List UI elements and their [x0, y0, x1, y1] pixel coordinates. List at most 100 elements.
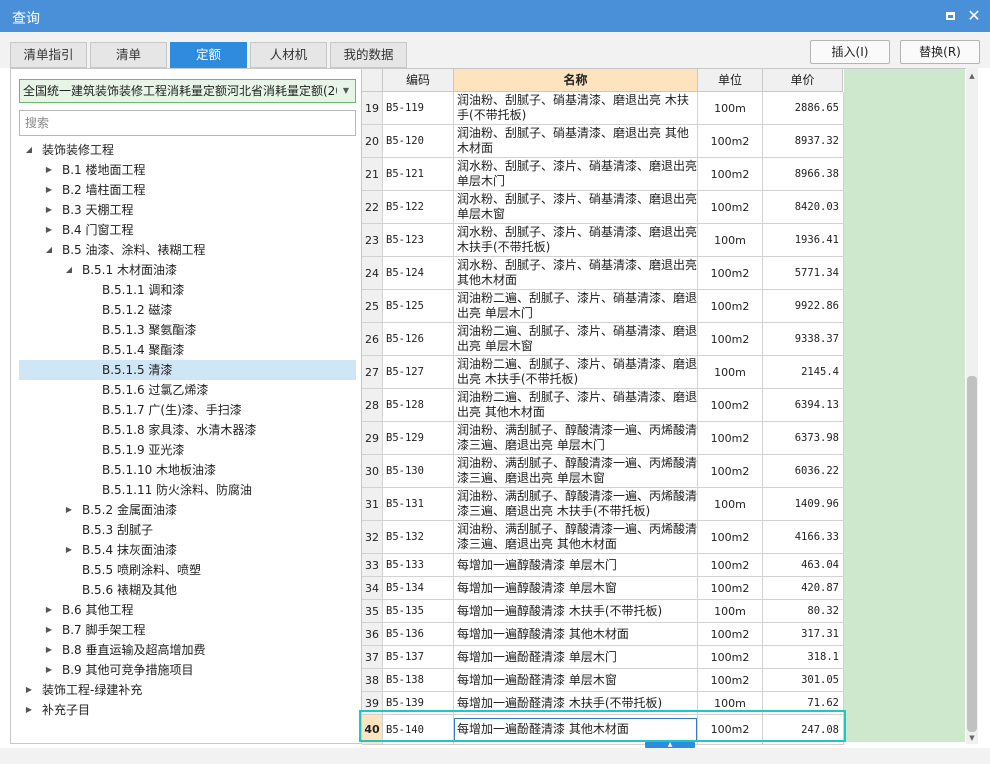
splitter-handle[interactable]: ▲	[645, 742, 695, 748]
expand-triangle-icon[interactable]: ▶	[43, 600, 55, 620]
row-number[interactable]: 27	[362, 356, 383, 389]
quota-name-cell[interactable]: 润油粉二遍、刮腻子、漆片、硝基清漆、磨退出亮 木扶手(不带托板)	[454, 356, 698, 389]
tree-item[interactable]: B.5.3 刮腻子	[11, 520, 361, 540]
quota-code-cell[interactable]: B5-122	[383, 191, 454, 224]
quota-price-cell[interactable]: 420.87	[763, 577, 844, 600]
tree-item[interactable]: ◢ B.5 油漆、涂料、裱糊工程	[11, 240, 361, 260]
quota-code-cell[interactable]: B5-120	[383, 125, 454, 158]
quota-unit-cell[interactable]: 100m2	[698, 577, 763, 600]
quota-name-cell[interactable]: 每增加一遍醇酸清漆 其他木材面	[454, 623, 698, 646]
tree-item[interactable]: ▶ B.5.4 抹灰面油漆	[11, 540, 361, 560]
tab-bill-guide[interactable]: 清单指引	[10, 42, 87, 68]
tree-item[interactable]: B.5.1.6 过氯乙烯漆	[11, 380, 361, 400]
expand-triangle-icon[interactable]: ▶	[43, 620, 55, 640]
quota-price-cell[interactable]: 9338.37	[763, 323, 844, 356]
maximize-icon[interactable]	[940, 6, 960, 26]
quota-code-cell[interactable]: B5-125	[383, 290, 454, 323]
row-number[interactable]: 24	[362, 257, 383, 290]
row-number[interactable]: 28	[362, 389, 383, 422]
quota-name-cell[interactable]: 润油粉、满刮腻子、醇酸清漆一遍、丙烯酸清漆三遍、磨退出亮 木扶手(不带托板)	[454, 488, 698, 521]
quota-price-cell[interactable]: 2886.65	[763, 92, 844, 125]
search-input[interactable]	[19, 110, 356, 136]
expand-triangle-icon[interactable]: ▶	[43, 160, 55, 180]
collapse-triangle-icon[interactable]: ◢	[43, 240, 55, 260]
tree-item[interactable]: B.5.1.2 磁漆	[11, 300, 361, 320]
expand-triangle-icon[interactable]: ▶	[43, 660, 55, 680]
quota-name-cell[interactable]: 润油粉、满刮腻子、醇酸清漆一遍、丙烯酸清漆三遍、磨退出亮 单层木门	[454, 422, 698, 455]
row-number[interactable]: 19	[362, 92, 383, 125]
row-number[interactable]: 36	[362, 623, 383, 646]
quota-code-cell[interactable]: B5-133	[383, 554, 454, 577]
expand-triangle-icon[interactable]: ▶	[63, 540, 75, 560]
quota-unit-cell[interactable]: 100m2	[698, 422, 763, 455]
header-price[interactable]: 单价	[763, 69, 843, 92]
scrollbar-thumb[interactable]	[967, 376, 977, 732]
quota-unit-cell[interactable]: 100m	[698, 488, 763, 521]
quota-name-cell[interactable]: 润水粉、刮腻子、漆片、硝基清漆、磨退出亮 单层木门	[454, 158, 698, 191]
quota-code-cell[interactable]: B5-124	[383, 257, 454, 290]
quota-price-cell[interactable]: 1409.96	[763, 488, 844, 521]
row-number[interactable]: 38	[362, 669, 383, 692]
tree-item[interactable]: ◢ 装饰装修工程	[11, 140, 361, 160]
tab-my-data[interactable]: 我的数据	[330, 42, 407, 68]
quota-code-cell[interactable]: B5-123	[383, 224, 454, 257]
tree-item[interactable]: ▶ 装饰工程-绿建补充	[11, 680, 361, 700]
quota-unit-cell[interactable]: 100m2	[698, 554, 763, 577]
row-number[interactable]: 31	[362, 488, 383, 521]
quota-unit-cell[interactable]: 100m2	[698, 191, 763, 224]
tree-item[interactable]: B.5.1.11 防火涂料、防腐油	[11, 480, 361, 500]
row-number[interactable]: 21	[362, 158, 383, 191]
quota-unit-cell[interactable]: 100m2	[698, 389, 763, 422]
tree-item[interactable]: ▶ B.3 天棚工程	[11, 200, 361, 220]
tree-item[interactable]: ▶ 补充子目	[11, 700, 361, 720]
quota-price-cell[interactable]: 80.32	[763, 600, 844, 623]
tree-item[interactable]: ▶ B.1 楼地面工程	[11, 160, 361, 180]
quota-unit-cell[interactable]: 100m2	[698, 521, 763, 554]
quota-unit-cell[interactable]: 100m	[698, 356, 763, 389]
quota-code-cell[interactable]: B5-121	[383, 158, 454, 191]
tree-item[interactable]: B.5.1.7 广(生)漆、手扫漆	[11, 400, 361, 420]
tree-item[interactable]: ▶ B.7 脚手架工程	[11, 620, 361, 640]
quota-library-select[interactable]: 全国统一建筑装饰装修工程消耗量定额河北省消耗量定额(20 ▼	[19, 79, 356, 103]
quota-unit-cell[interactable]: 100m2	[698, 290, 763, 323]
quota-code-cell[interactable]: B5-135	[383, 600, 454, 623]
quota-code-cell[interactable]: B5-134	[383, 577, 454, 600]
close-icon[interactable]: ✕	[964, 6, 984, 26]
quota-name-cell[interactable]: 润水粉、刮腻子、漆片、硝基清漆、磨退出亮 木扶手(不带托板)	[454, 224, 698, 257]
quota-code-cell[interactable]: B5-136	[383, 623, 454, 646]
tree-item[interactable]: B.5.6 裱糊及其他	[11, 580, 361, 600]
row-number[interactable]: 23	[362, 224, 383, 257]
quota-unit-cell[interactable]: 100m2	[698, 125, 763, 158]
quota-price-cell[interactable]: 6373.98	[763, 422, 844, 455]
quota-unit-cell[interactable]: 100m2	[698, 455, 763, 488]
tree-item[interactable]: ▶ B.9 其他可竞争措施项目	[11, 660, 361, 680]
quota-price-cell[interactable]: 8937.32	[763, 125, 844, 158]
tree-item[interactable]: ▶ B.4 门窗工程	[11, 220, 361, 240]
quota-price-cell[interactable]: 1936.41	[763, 224, 844, 257]
quota-code-cell[interactable]: B5-129	[383, 422, 454, 455]
row-number[interactable]: 32	[362, 521, 383, 554]
tree-item[interactable]: B.5.1.4 聚酯漆	[11, 340, 361, 360]
expand-triangle-icon[interactable]: ▶	[43, 640, 55, 660]
tab-quota[interactable]: 定额	[170, 42, 247, 68]
row-number[interactable]: 25	[362, 290, 383, 323]
quota-unit-cell[interactable]: 100m2	[698, 323, 763, 356]
quota-unit-cell[interactable]: 100m2	[698, 646, 763, 669]
quota-code-cell[interactable]: B5-119	[383, 92, 454, 125]
scroll-up-icon[interactable]: ▲	[966, 70, 978, 82]
quota-unit-cell[interactable]: 100m2	[698, 623, 763, 646]
quota-price-cell[interactable]: 463.04	[763, 554, 844, 577]
quota-price-cell[interactable]: 317.31	[763, 623, 844, 646]
quota-price-cell[interactable]: 9922.86	[763, 290, 844, 323]
quota-name-cell[interactable]: 每增加一遍酚醛清漆 单层木窗	[454, 669, 698, 692]
quota-code-cell[interactable]: B5-137	[383, 646, 454, 669]
expand-triangle-icon[interactable]: ▶	[23, 680, 35, 700]
tree-item[interactable]: ▶ B.2 墙柱面工程	[11, 180, 361, 200]
quota-name-cell[interactable]: 润油粉、满刮腻子、醇酸清漆一遍、丙烯酸清漆三遍、磨退出亮 其他木材面	[454, 521, 698, 554]
tree-item[interactable]: B.5.1.8 家具漆、水清木器漆	[11, 420, 361, 440]
quota-code-cell[interactable]: B5-132	[383, 521, 454, 554]
quota-code-cell[interactable]: B5-128	[383, 389, 454, 422]
quota-unit-cell[interactable]: 100m2	[698, 669, 763, 692]
tree-item[interactable]: B.5.5 喷刷涂料、喷塑	[11, 560, 361, 580]
tree-item[interactable]: ◢ B.5.1 木材面油漆	[11, 260, 361, 280]
